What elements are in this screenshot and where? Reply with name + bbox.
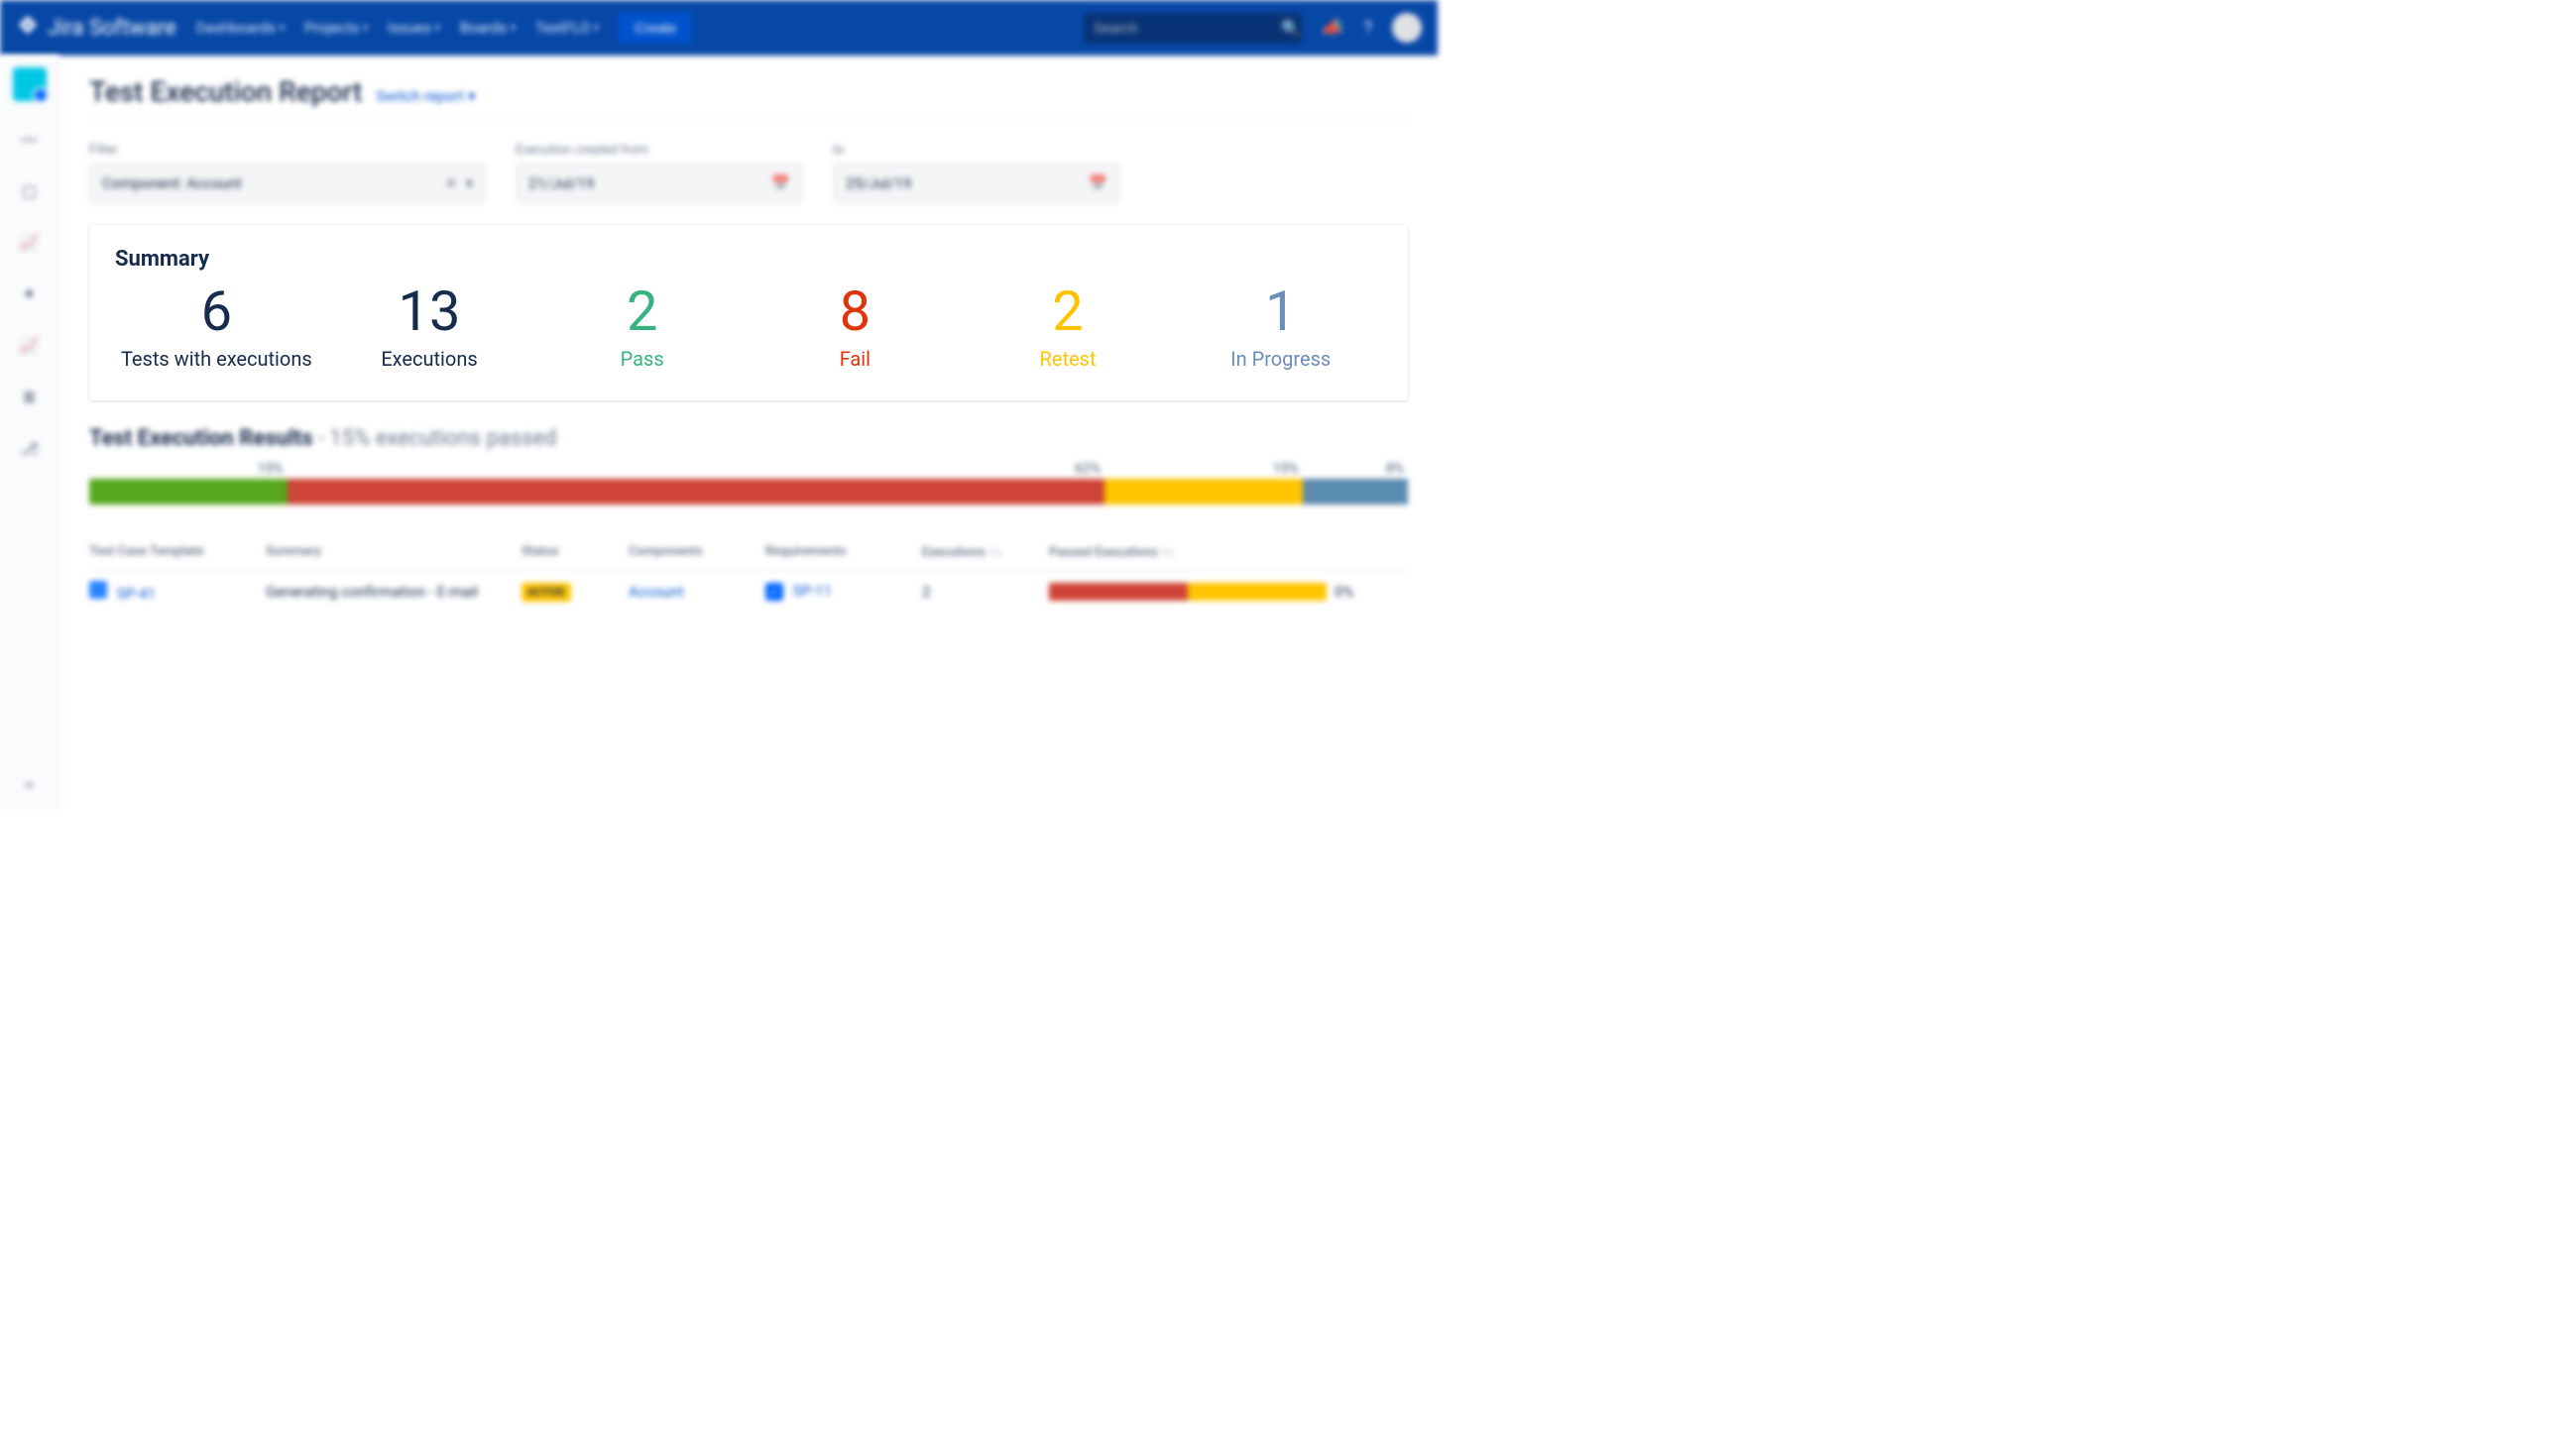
seg-label-retest: 15% — [1104, 461, 1303, 477]
rail-app-icon[interactable] — [13, 67, 47, 101]
requirement-link[interactable]: SP-11 — [793, 582, 832, 600]
summary-card: Summary 6 Tests with executions 13 Execu… — [89, 225, 1408, 400]
rail-expand-icon[interactable]: ›› — [25, 774, 35, 793]
search-icon: 🔍 — [1281, 19, 1301, 38]
date-from-value: 21/Jul/19 — [528, 174, 594, 192]
rail-addon-icon[interactable]: ✦ — [16, 280, 44, 307]
date-to-label: to — [833, 143, 1120, 158]
rail-list-icon[interactable]: ≣ — [16, 383, 44, 410]
rail-monitor-icon[interactable]: ▢ — [16, 176, 44, 204]
date-from-label: Execution created from — [516, 143, 803, 158]
results-section: Test Execution Results - 15% executions … — [89, 426, 1408, 613]
seg-retest — [1104, 479, 1303, 504]
col-status[interactable]: Status — [522, 544, 621, 559]
seg-label-inprogress: 8% — [1303, 461, 1408, 477]
metric-tests-with-executions: 6 Tests with executions — [115, 281, 318, 371]
primary-nav: Dashboards▾ Projects▾ Issues▾ Boards▾ Te… — [196, 12, 692, 44]
table-row: SP-41 Generating confirmation - E-mail A… — [89, 571, 1408, 613]
chevron-down-icon: ▾ — [280, 23, 285, 34]
avatar[interactable] — [1392, 13, 1422, 43]
date-to-value: 25/Jul/19 — [846, 174, 911, 192]
filter-bar: Filter Component: Account ✕ ▾ Execution c… — [89, 143, 1408, 203]
feedback-icon[interactable]: 📣 — [1322, 18, 1343, 39]
component-link[interactable]: Account — [629, 583, 684, 601]
clear-icon[interactable]: ✕ — [445, 174, 458, 192]
jira-icon — [16, 16, 40, 40]
cell-status: ACTIVE — [522, 582, 621, 602]
tct-link[interactable]: SP-41 — [117, 585, 156, 603]
col-components[interactable]: Components — [629, 544, 757, 559]
rail-tree-icon[interactable]: ⎇ — [16, 434, 44, 462]
help-icon[interactable]: ? — [1363, 18, 1372, 39]
col-requirements[interactable]: Requirements — [765, 544, 914, 559]
cell-passed-bar — [1049, 583, 1327, 601]
left-rail: 〰 ▢ 📈 ✦ 📈 ≣ ⎇ ›› — [0, 56, 59, 809]
table-header: Test Case Template Summary Status Compon… — [89, 534, 1408, 571]
seg-pass — [89, 479, 288, 504]
chevron-down-icon: ▾ — [468, 87, 476, 105]
col-passed[interactable]: Passed Executions ↑↓ — [1049, 544, 1327, 560]
nav-issues[interactable]: Issues▾ — [388, 19, 440, 37]
seg-inprogress — [1303, 479, 1408, 504]
date-to-input[interactable]: 25/Jul/19 📅 — [833, 164, 1120, 203]
product-name: Jira Software — [48, 16, 176, 41]
rail-chart2-icon[interactable]: 📈 — [16, 331, 44, 359]
chevron-down-icon: ▾ — [594, 23, 599, 34]
nav-boards[interactable]: Boards▾ — [460, 19, 516, 37]
create-button[interactable]: Create — [619, 12, 692, 44]
seg-fail — [288, 479, 1105, 504]
col-executions[interactable]: Executions ↑↓ — [922, 544, 1041, 560]
metric-pass: 2 Pass — [540, 281, 744, 371]
page-title: Test Execution Report — [89, 75, 362, 108]
switch-report-link[interactable]: Switch report▾ — [376, 87, 475, 105]
date-from-input[interactable]: 21/Jul/19 📅 — [516, 164, 803, 203]
issue-type-icon — [89, 581, 107, 599]
mini-seg-retest — [1188, 583, 1327, 601]
stacked-bar — [89, 479, 1408, 504]
seg-label-fail: 62% — [288, 461, 1105, 477]
main-content: Test Execution Report Switch report▾ Fil… — [59, 56, 1438, 809]
col-summary[interactable]: Summary — [266, 544, 514, 559]
results-bar-chart: 15% 62% 15% 8% — [89, 461, 1408, 504]
page-header: Test Execution Report Switch report▾ — [89, 75, 1408, 119]
cell-requirement: ✓ SP-11 — [765, 582, 914, 601]
summary-metrics: 6 Tests with executions 13 Executions 2 … — [115, 281, 1382, 371]
calendar-icon: 📅 — [1089, 174, 1107, 192]
metric-fail: 8 Fail — [754, 281, 957, 371]
chevron-down-icon: ▾ — [511, 23, 516, 34]
calendar-icon: 📅 — [771, 174, 790, 192]
metric-executions: 13 Executions — [328, 281, 531, 371]
cell-tct: SP-41 — [89, 581, 258, 603]
product-logo: Jira Software — [16, 16, 176, 41]
rail-chart-icon[interactable]: 📈 — [16, 228, 44, 256]
cell-summary: Generating confirmation - E-mail — [266, 583, 514, 601]
filter-label: Filter — [89, 143, 486, 158]
results-title: Test Execution Results - 15% executions … — [89, 426, 1408, 451]
search-input[interactable] — [1094, 20, 1273, 36]
filter-value: Component: Account — [102, 174, 242, 192]
filter-select[interactable]: Component: Account ✕ ▾ — [89, 164, 486, 203]
search-box[interactable]: 🔍 — [1084, 13, 1302, 44]
nav-testflo[interactable]: TestFLO▾ — [535, 19, 599, 37]
top-nav: Jira Software Dashboards▾ Projects▾ Issu… — [0, 0, 1438, 56]
metric-retest: 2 Retest — [967, 281, 1170, 371]
metric-in-progress: 1 In Progress — [1179, 281, 1382, 371]
nav-projects[interactable]: Projects▾ — [304, 19, 368, 37]
rail-activity-icon[interactable]: 〰 — [16, 125, 44, 153]
cell-component: Account — [629, 583, 757, 601]
requirement-icon: ✓ — [765, 583, 783, 601]
seg-label-pass: 15% — [89, 461, 288, 477]
mini-seg-fail — [1049, 583, 1188, 601]
cell-passed-pct: 0% — [1335, 583, 1394, 601]
results-table: Test Case Template Summary Status Compon… — [89, 534, 1408, 613]
summary-title: Summary — [115, 247, 1382, 272]
chevron-down-icon: ▾ — [363, 23, 368, 34]
chevron-down-icon: ▾ — [465, 174, 473, 192]
col-tct[interactable]: Test Case Template — [89, 544, 258, 559]
cell-executions: 2 — [922, 583, 1041, 601]
chevron-down-icon: ▾ — [435, 23, 440, 34]
nav-dashboards[interactable]: Dashboards▾ — [196, 19, 285, 37]
status-badge: ACTIVE — [522, 583, 571, 602]
